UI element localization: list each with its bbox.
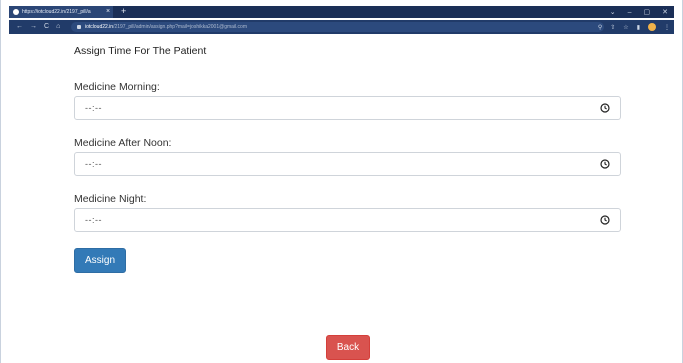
lock-icon — [77, 25, 81, 29]
medicine-morning-label: Medicine Morning: — [74, 81, 160, 93]
sidebar-icon[interactable]: ▮ — [637, 24, 640, 31]
clock-icon[interactable] — [600, 159, 610, 169]
time-value: --:-- — [85, 215, 102, 225]
reload-icon[interactable]: C — [44, 20, 49, 34]
medicine-morning-time-input[interactable]: --:-- — [74, 96, 621, 120]
share-icon[interactable]: ⇧ — [610, 24, 615, 31]
clock-icon[interactable] — [600, 103, 610, 113]
close-window-button[interactable]: ✕ — [662, 8, 668, 16]
url-host: iotcloud22.in — [85, 24, 114, 30]
menu-kebab-icon[interactable]: ⋮ — [664, 24, 670, 31]
assign-button[interactable]: Assign — [74, 248, 126, 273]
browser-tab[interactable]: https://iotcloud22.in/2197_pill/a × — [9, 6, 113, 18]
profile-avatar[interactable] — [648, 23, 656, 31]
favicon-icon — [13, 9, 19, 15]
back-button[interactable]: Back — [326, 335, 370, 360]
tab-strip: https://iotcloud22.in/2197_pill/a × + ⌄ … — [9, 6, 674, 18]
minimize-button[interactable]: – — [628, 9, 632, 16]
clock-icon[interactable] — [600, 215, 610, 225]
time-value: --:-- — [85, 103, 102, 113]
forward-arrow-icon[interactable]: → — [30, 20, 37, 34]
address-bar-row: ← → C ⌂ iotcloud22.in /2197_pill/admin/a… — [9, 20, 674, 34]
toolbar-icons: ⚲ ⇧ ☆ ▮ ⋮ — [598, 20, 670, 34]
medicine-afternoon-time-input[interactable]: --:-- — [74, 152, 621, 176]
zoom-icon[interactable]: ⚲ — [598, 24, 602, 31]
browser-window: https://iotcloud22.in/2197_pill/a × + ⌄ … — [0, 0, 683, 363]
maximize-button[interactable]: ▢ — [644, 8, 651, 16]
medicine-afternoon-label: Medicine After Noon: — [74, 137, 172, 149]
back-arrow-icon[interactable]: ← — [16, 20, 23, 34]
url-bar[interactable]: iotcloud22.in /2197_pill/admin/assign.ph… — [71, 22, 604, 32]
tab-search-icon[interactable]: ⌄ — [610, 8, 616, 16]
medicine-night-time-input[interactable]: --:-- — [74, 208, 621, 232]
tab-title: https://iotcloud22.in/2197_pill/a — [22, 9, 91, 15]
time-value: --:-- — [85, 159, 102, 169]
home-icon[interactable]: ⌂ — [56, 20, 60, 34]
url-path: /2197_pill/admin/assign.php?mail=joshikk… — [113, 24, 247, 30]
window-controls: ⌄ – ▢ ✕ — [610, 6, 668, 18]
page-title: Assign Time For The Patient — [74, 45, 207, 57]
tab-close-icon[interactable]: × — [106, 6, 110, 18]
bookmark-star-icon[interactable]: ☆ — [623, 24, 628, 31]
new-tab-button[interactable]: + — [121, 6, 126, 17]
medicine-night-label: Medicine Night: — [74, 193, 147, 205]
